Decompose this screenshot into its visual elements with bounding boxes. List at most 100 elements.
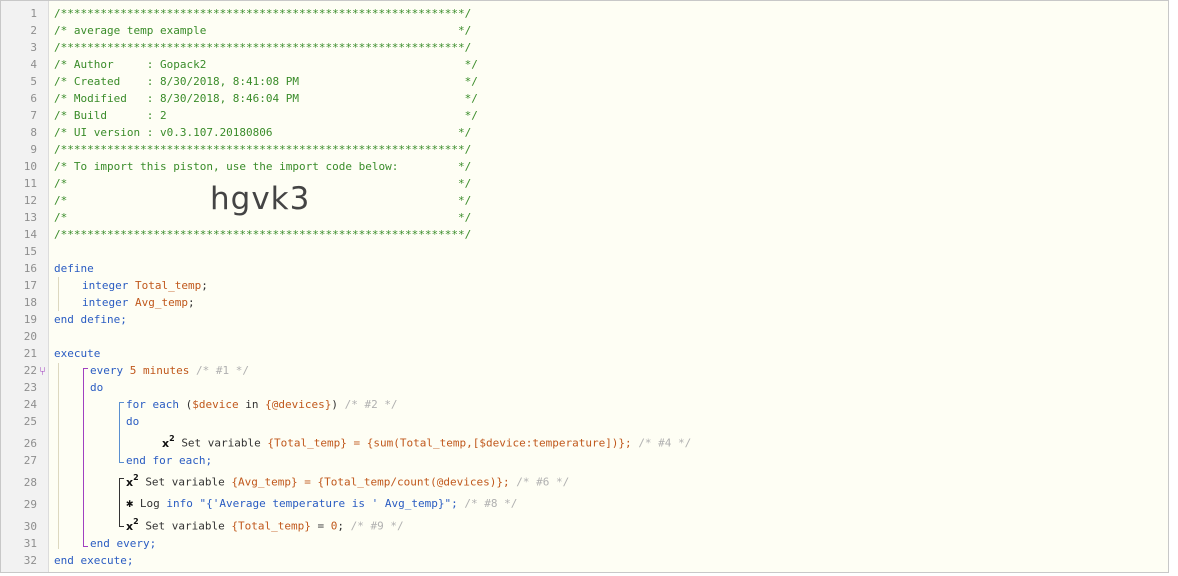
set-variable-statement[interactable]: x2 Set variable {Avg_temp} = {Total_temp… (126, 473, 570, 489)
action-bracket (119, 478, 120, 526)
define-indent-guide (58, 277, 59, 311)
line-number: 21 (23, 347, 37, 360)
header-title: /* average temp example */ (54, 24, 472, 37)
line-number: 10 (23, 160, 37, 173)
statement-id-comment: /* #2 */ (344, 398, 398, 411)
every-bracket (83, 368, 84, 546)
header-border: /***************************************… (54, 143, 472, 156)
type-keyword: integer (82, 279, 129, 292)
line-number: 6 (30, 92, 37, 105)
define-keyword[interactable]: define (54, 262, 94, 275)
header-created: /* Created : 8/30/2018, 8:41:08 PM */ (54, 75, 478, 88)
line-number: 4 (30, 58, 37, 71)
line-number: 9 (30, 143, 37, 156)
type-keyword: integer (82, 296, 129, 309)
set-variable-label: Set variable (181, 436, 261, 450)
log-level: info (166, 497, 193, 510)
line-number: 27 (23, 454, 37, 467)
end-execute-keyword[interactable]: end execute; (54, 554, 133, 567)
line-number: 25 (23, 415, 37, 428)
line-number-gutter: 1 2 3 4 5 6 7 8 9 10 11 12 13 14 15 16 17 18 19 20 21 22 23 24 2… (1, 1, 49, 572)
import-code: hgvk3 (210, 181, 311, 217)
line-number: 19 (23, 313, 37, 326)
statement-id-comment: /* #8 */ (464, 497, 518, 510)
line-number: 8 (30, 126, 37, 139)
end-foreach-keyword[interactable]: end for each; (126, 454, 212, 467)
every-interval: 5 (129, 364, 137, 377)
assign-operator: = (317, 519, 325, 533)
line-number: 14 (23, 228, 37, 241)
foreach-list: {@devices} (265, 398, 332, 411)
foreach-bracket-top (119, 402, 124, 403)
expression: = {Total_temp/count(@devices)}; (304, 475, 510, 489)
foreach-variable: $device (192, 398, 239, 411)
line-number: 32 (23, 554, 37, 567)
statement-id-comment: /* #6 */ (516, 475, 570, 489)
line-number: 29 (23, 498, 37, 511)
line-number: 20 (23, 330, 37, 343)
semicolon: ; (337, 519, 345, 533)
variable-icon: x2 (162, 434, 175, 450)
line-number: 7 (30, 109, 37, 122)
foreach-bracket-bottom (119, 462, 124, 463)
foreach-bracket (119, 402, 120, 462)
execute-indent-guide (58, 363, 59, 549)
variable-declaration[interactable]: integer Avg_temp; (82, 296, 195, 309)
expression: = {sum(Total_temp,[$device:temperature])… (353, 436, 632, 450)
bug-icon: ✱ (126, 496, 134, 510)
header-border-top: /***************************************… (54, 7, 472, 20)
every-bracket-bottom (83, 546, 88, 547)
line-number: 31 (23, 537, 37, 550)
set-variable-statement[interactable]: x2 Set variable {Total_temp} = 0; /* #9 … (126, 517, 404, 533)
target-variable: {Total_temp} (231, 519, 311, 533)
every-statement[interactable]: every 5 minutes /* #1 */ (90, 364, 249, 377)
target-variable: {Total_temp} (267, 436, 347, 450)
header-build: /* Build : 2 */ (54, 109, 478, 122)
log-message: "{'Average temperature is ' Avg_temp}"; (199, 497, 458, 510)
statement-id-comment: /* #9 */ (350, 519, 404, 533)
variable-name: Avg_temp (134, 296, 188, 309)
variable-declaration[interactable]: integer Total_temp; (82, 279, 208, 292)
line-number: 2 (30, 24, 37, 37)
line-number: 30 (23, 520, 37, 533)
set-variable-statement[interactable]: x2 Set variable {Total_temp} = {sum(Tota… (162, 434, 692, 450)
target-variable: {Avg_temp} (231, 475, 298, 489)
line-number: 28 (23, 476, 37, 489)
variable-icon: x2 (126, 473, 139, 489)
header-modified: /* Modified : 8/30/2018, 8:46:04 PM */ (54, 92, 478, 105)
line-number: 26 (23, 437, 37, 450)
variable-name: Total_temp (134, 279, 202, 292)
line-number: 3 (30, 41, 37, 54)
branch-icon: ⑂ (39, 364, 47, 378)
do-keyword[interactable]: do (126, 415, 139, 428)
foreach-statement[interactable]: for each ($device in {@devices}) /* #2 *… (126, 398, 398, 411)
end-every-keyword[interactable]: end every; (90, 537, 156, 550)
action-bracket-bottom (119, 526, 124, 527)
every-bracket-top (83, 368, 88, 369)
do-keyword[interactable]: do (90, 381, 103, 394)
foreach-keyword: for each (126, 398, 179, 411)
action-bracket-top (119, 478, 124, 479)
every-keyword: every (90, 364, 124, 377)
execute-keyword[interactable]: execute (54, 347, 100, 360)
line-number: 11 (23, 177, 37, 190)
header-border-bottom: /***************************************… (54, 228, 472, 241)
set-variable-label: Set variable (145, 519, 225, 533)
line-number: 16 (23, 262, 37, 275)
line-number: 13 (23, 211, 37, 224)
log-statement[interactable]: ✱ Log info "{'Average temperature is ' A… (126, 496, 517, 510)
line-number: 1 (30, 7, 37, 20)
line-number: 12 (23, 194, 37, 207)
line-number: 5 (30, 75, 37, 88)
statement-id-comment: /* #1 */ (195, 364, 249, 377)
statement-id-comment: /* #4 */ (638, 436, 692, 450)
end-define-keyword[interactable]: end define; (54, 313, 127, 326)
header-border: /***************************************… (54, 41, 472, 54)
line-number: 18 (23, 296, 37, 309)
header-ui-version: /* UI version : v0.3.107.20180806 */ (54, 126, 472, 139)
code-editor: 1 2 3 4 5 6 7 8 9 10 11 12 13 14 15 16 17 18 19 20 21 22 23 24 2… (0, 0, 1169, 573)
line-number: 24 (23, 398, 37, 411)
header-import-instructions: /* To import this piston, use the import… (54, 160, 472, 173)
line-number: 15 (23, 245, 37, 258)
variable-icon: x2 (126, 517, 139, 533)
